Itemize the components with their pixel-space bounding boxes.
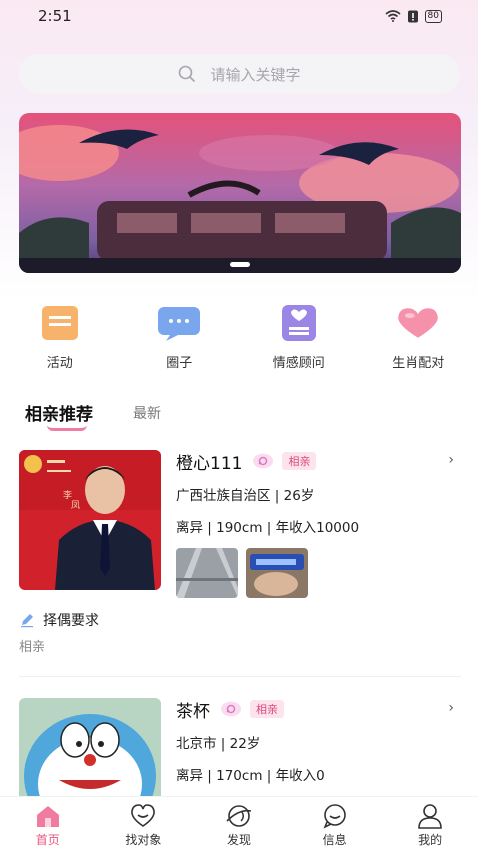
- requirements-value: 相亲: [19, 640, 46, 655]
- verified-icon: [253, 453, 274, 469]
- verified-icon: [221, 701, 241, 717]
- nav-label-profile: 我的: [418, 833, 443, 847]
- quick-item-circle[interactable]: 圈子: [120, 300, 240, 380]
- wifi-icon: [385, 10, 401, 22]
- tab-recommend-label: 相亲推荐: [25, 405, 93, 425]
- battery-icon: 80: [424, 9, 442, 23]
- quick-label-advisor: 情感顾问: [272, 356, 325, 371]
- content-tabs: 相亲推荐 最新: [25, 400, 161, 431]
- chevron-right-icon[interactable]: ›: [448, 700, 454, 716]
- profile-details: 离异 | 190cm | 年收入10000: [176, 520, 360, 536]
- quick-item-advisor[interactable]: 情感顾问: [239, 300, 359, 380]
- home-icon: [36, 806, 59, 827]
- profile-photo[interactable]: [19, 698, 161, 796]
- requirements-row: 择偶要求: [19, 610, 99, 630]
- requirements-title: 择偶要求: [43, 613, 99, 629]
- nav-label-find-match: 找对象: [125, 833, 162, 847]
- quick-item-activity[interactable]: 活动: [0, 300, 120, 380]
- search-input[interactable]: 请输入关键字: [19, 54, 460, 94]
- profile-info: 茶杯 相亲 › 北京市 | 22岁 离异 | 170cm | 年收入0: [176, 698, 466, 784]
- nav-item-profile[interactable]: 我的: [382, 797, 478, 850]
- photo-char-2: 凤: [71, 500, 80, 511]
- profile-name: 茶杯: [176, 701, 210, 722]
- photo-char-1: 李: [63, 489, 72, 501]
- discover-icon: [226, 805, 252, 827]
- profile-tag: 相亲: [282, 452, 317, 470]
- profile-name: 橙心111: [176, 453, 243, 474]
- quick-item-zodiac[interactable]: 生肖配对: [359, 300, 478, 380]
- profile-tag: 相亲: [250, 700, 284, 718]
- banner-carousel[interactable]: [19, 113, 461, 273]
- message-icon: [323, 804, 346, 829]
- profile-location-age: 广西壮族自治区 | 26岁: [176, 488, 315, 504]
- status-bar: 2:51 80: [0, 0, 478, 32]
- search-placeholder: 请输入关键字: [210, 65, 301, 84]
- activity-icon: [37, 300, 83, 346]
- thumbnail-image[interactable]: [176, 548, 238, 598]
- quick-actions: 活动 圈子 情感顾问 生肖配对: [0, 300, 478, 380]
- profile-info: 橙心111 相亲 › 广西壮族自治区 | 26岁 离异 | 190cm | 年收…: [176, 450, 466, 598]
- chevron-right-icon[interactable]: ›: [448, 452, 454, 468]
- profile-card[interactable]: 李 凤 橙心111 相亲 › 广西壮族自治区 | 26岁 离异 | 190cm …: [0, 450, 478, 660]
- quick-label-circle: 圈子: [166, 356, 193, 371]
- nav-item-discover[interactable]: 发现: [191, 797, 287, 850]
- profile-location-age: 北京市 | 22岁: [176, 736, 261, 752]
- nav-item-home[interactable]: 首页: [0, 797, 96, 850]
- status-time: 2:51: [38, 7, 72, 25]
- nav-label-discover: 发现: [226, 833, 251, 847]
- search-icon: [179, 65, 196, 83]
- bottom-navigation: 首页 找对象 发现 信息 我的: [0, 796, 478, 850]
- notification-icon: [407, 10, 418, 22]
- nav-item-messages[interactable]: 信息: [287, 797, 383, 850]
- chat-circle-icon: [156, 300, 202, 346]
- tab-active-indicator: [47, 425, 87, 431]
- profile-card[interactable]: 茶杯 相亲 › 北京市 | 22岁 离异 | 170cm | 年收入0: [0, 698, 478, 796]
- profile-icon: [418, 804, 442, 829]
- nav-label-home: 首页: [35, 833, 60, 847]
- status-icons: 80: [385, 9, 442, 23]
- profile-details: 离异 | 170cm | 年收入0: [176, 768, 325, 784]
- thumbnail-image[interactable]: [246, 548, 308, 598]
- advisor-icon: [276, 300, 322, 346]
- profile-photo[interactable]: 李 凤: [19, 450, 161, 590]
- tab-latest[interactable]: 最新: [133, 403, 161, 425]
- pen-icon: [21, 614, 33, 628]
- find-match-icon: [131, 804, 156, 827]
- banner-image: [19, 113, 461, 273]
- heart-icon: [395, 300, 441, 346]
- card-divider: [19, 676, 461, 677]
- quick-label-zodiac: 生肖配对: [392, 356, 445, 371]
- nav-item-find-match[interactable]: 找对象: [96, 797, 192, 850]
- nav-label-messages: 信息: [322, 833, 347, 847]
- profile-thumbnails: [176, 548, 466, 598]
- tab-recommend[interactable]: 相亲推荐: [25, 400, 93, 431]
- quick-label-activity: 活动: [46, 356, 73, 371]
